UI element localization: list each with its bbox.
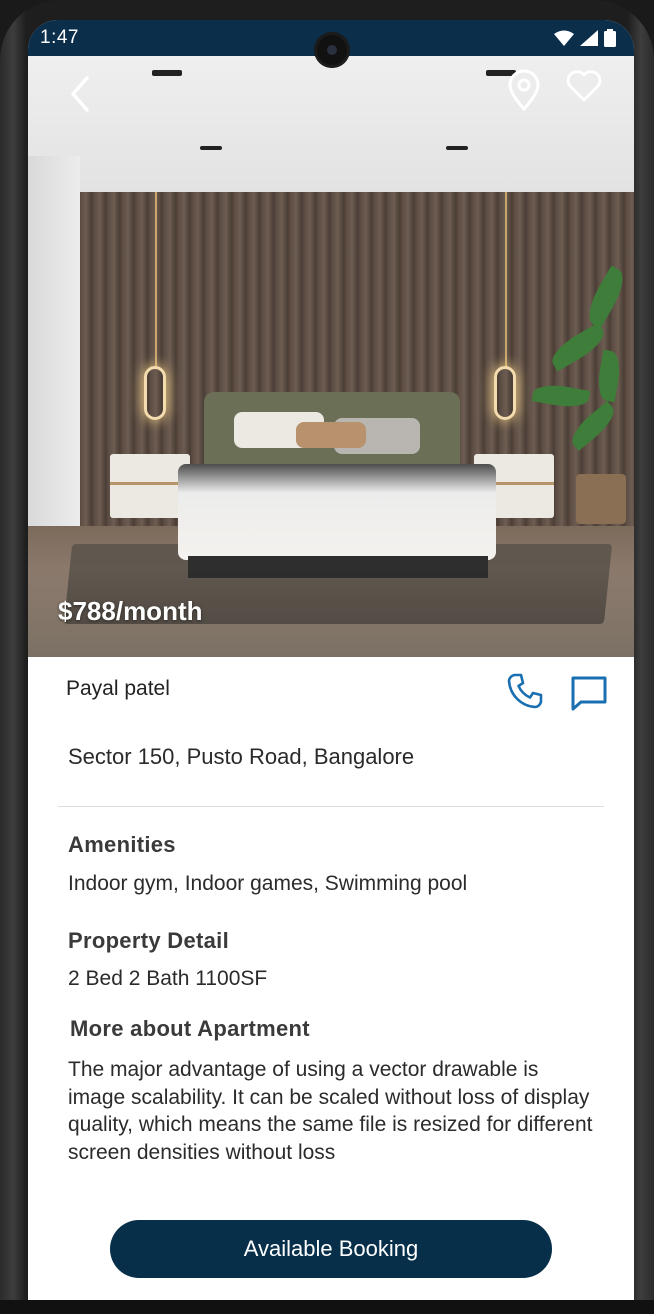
- divider: [58, 806, 604, 807]
- battery-icon: [604, 29, 616, 47]
- location-pin-icon: [508, 69, 540, 111]
- cellular-signal-icon: [580, 30, 598, 46]
- location-button[interactable]: [502, 66, 546, 114]
- back-arrow-icon: [71, 76, 89, 112]
- amenities-title: Amenities: [68, 832, 176, 857]
- phone-bottom-bezel: [0, 1300, 654, 1314]
- call-button[interactable]: [504, 670, 546, 712]
- about-apartment-text: The major advantage of using a vector dr…: [68, 1058, 593, 1164]
- wifi-icon: [554, 30, 574, 46]
- front-camera: [314, 32, 350, 68]
- app-screen: 1:47 $788/month Payal patel Sector 150, …: [28, 20, 634, 1300]
- property-detail-text: 2 Bed 2 Bath 1100SF: [68, 967, 268, 990]
- back-button[interactable]: [62, 72, 98, 116]
- price-label: $788/month: [58, 596, 203, 626]
- available-booking-button[interactable]: Available Booking: [110, 1220, 552, 1278]
- heart-icon: [566, 70, 602, 102]
- about-apartment-title: More about Apartment: [70, 1016, 310, 1041]
- status-time: 1:47: [40, 27, 79, 48]
- property-address: Sector 150, Pusto Road, Bangalore: [68, 744, 415, 769]
- status-icons: [554, 29, 616, 47]
- property-detail-title: Property Detail: [68, 928, 229, 953]
- property-photo: [28, 56, 634, 657]
- chat-button[interactable]: [568, 672, 610, 714]
- amenities-text: Indoor gym, Indoor games, Swimming pool: [68, 872, 468, 895]
- phone-icon: [507, 673, 543, 709]
- favorite-button[interactable]: [562, 64, 606, 108]
- chat-icon: [571, 676, 607, 711]
- owner-name: Payal patel: [66, 677, 170, 700]
